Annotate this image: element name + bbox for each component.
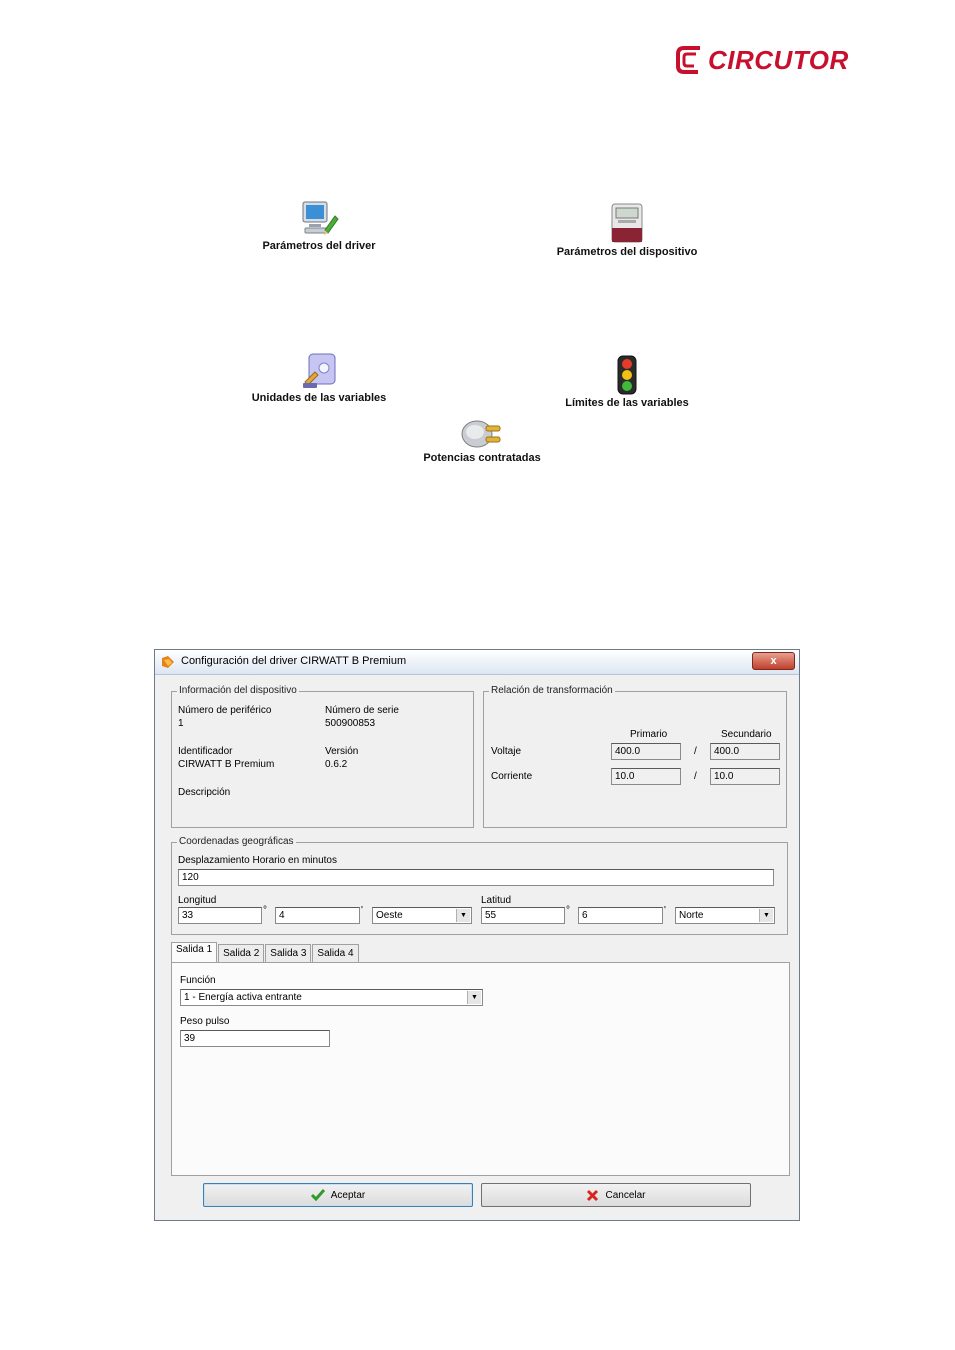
function-select[interactable]: 1 - Energía activa entrante ▼ xyxy=(180,989,483,1006)
voltage-secondary-field[interactable]: 400.0 xyxy=(710,743,780,760)
current-primary-field[interactable]: 10.0 xyxy=(611,768,681,785)
peripheral-value: 1 xyxy=(178,718,184,729)
identifier-value: CIRWATT B Premium xyxy=(178,759,275,770)
longitude-degrees-input[interactable]: 33 xyxy=(178,907,262,924)
launcher-units-label: Unidades de las variables xyxy=(251,392,387,404)
launcher-limits[interactable]: Límites de las variables xyxy=(527,355,727,409)
tab-salida-4[interactable]: Salida 4 xyxy=(312,944,359,962)
launcher-device-params[interactable]: Parámetros del dispositivo xyxy=(527,202,727,258)
function-value: 1 - Energía activa entrante xyxy=(184,992,302,1003)
tab-salida-2[interactable]: Salida 2 xyxy=(218,944,265,962)
accept-button-label: Aceptar xyxy=(330,1189,366,1201)
serial-value: 500900853 xyxy=(325,718,376,729)
plug-icon xyxy=(461,420,501,448)
description-label: Descripción xyxy=(178,787,231,798)
accept-button[interactable]: Aceptar xyxy=(203,1183,473,1207)
identifier-label: Identificador xyxy=(178,746,233,757)
chevron-down-icon: ▼ xyxy=(456,909,470,922)
units-document-icon xyxy=(303,353,336,388)
circutor-logo: CIRCUTOR xyxy=(674,44,849,76)
current-secondary-field[interactable]: 10.0 xyxy=(710,768,780,785)
latitude-direction-value: Norte xyxy=(679,910,704,921)
latitude-direction-select[interactable]: Norte ▼ xyxy=(675,907,775,924)
primary-header: Primario xyxy=(630,729,668,740)
serial-label: Número de serie xyxy=(325,705,399,716)
meter-device-icon xyxy=(611,203,643,243)
monitor-pencil-icon xyxy=(302,201,339,235)
logo-text: CIRCUTOR xyxy=(708,44,849,75)
version-label: Versión xyxy=(325,746,359,757)
latitude-degree-symbol: ° xyxy=(566,905,570,916)
checkmark-icon xyxy=(310,1189,325,1201)
latitude-minutes-input[interactable]: 6 xyxy=(578,907,663,924)
app-icon xyxy=(162,656,174,668)
latitude-minute-symbol: ' xyxy=(664,905,666,916)
longitude-direction-value: Oeste xyxy=(376,910,403,921)
launcher-power-label: Potencias contratadas xyxy=(423,452,541,464)
longitude-direction-select[interactable]: Oeste ▼ xyxy=(372,907,472,924)
launcher-limits-label: Límites de las variables xyxy=(565,397,689,409)
current-separator: / xyxy=(694,771,697,782)
pulse-label: Peso pulso xyxy=(180,1016,230,1027)
launcher-driver-params[interactable]: Parámetros del driver xyxy=(219,200,419,252)
voltage-primary-field[interactable]: 400.0 xyxy=(611,743,681,760)
launcher-driver-params-label: Parámetros del driver xyxy=(262,240,376,252)
cancel-button-label: Cancelar xyxy=(605,1189,646,1201)
device-info-title: Información del dispositivo xyxy=(177,685,299,696)
close-button[interactable]: x xyxy=(752,652,795,670)
dialog-title: Configuración del driver CIRWATT B Premi… xyxy=(181,655,407,667)
longitude-minute-symbol: ' xyxy=(361,905,363,916)
longitude-minutes-input[interactable]: 4 xyxy=(275,907,360,924)
version-value: 0.6.2 xyxy=(325,759,348,770)
offset-label: Desplazamiento Horario en minutos xyxy=(178,855,337,866)
geo-title: Coordenadas geográficas xyxy=(177,836,296,847)
offset-input[interactable]: 120 xyxy=(178,869,774,886)
circutor-logo-icon xyxy=(676,46,700,74)
launcher-device-params-label: Parámetros del dispositivo xyxy=(556,246,698,258)
traffic-light-icon xyxy=(617,355,637,395)
tab-salida-3[interactable]: Salida 3 xyxy=(265,944,312,962)
launcher-units[interactable]: Unidades de las variables xyxy=(219,352,419,404)
chevron-down-icon: ▼ xyxy=(759,909,773,922)
latitude-label: Latitud xyxy=(481,895,512,906)
launcher-power[interactable]: Potencias contratadas xyxy=(382,418,582,464)
voltage-separator: / xyxy=(694,746,697,757)
longitude-label: Longitud xyxy=(178,895,217,906)
dialog-titlebar[interactable]: Configuración del driver CIRWATT B Premi… xyxy=(155,650,799,675)
cross-icon xyxy=(587,1189,599,1201)
function-label: Función xyxy=(180,975,216,986)
secondary-header: Secundario xyxy=(721,729,772,740)
longitude-degree-symbol: ° xyxy=(263,905,267,916)
output-tabs: Salida 1 Salida 2 Salida 3 Salida 4 xyxy=(171,942,360,962)
transformation-title: Relación de transformación xyxy=(489,685,615,696)
peripheral-label: Número de periférico xyxy=(178,705,272,716)
tab-salida-1[interactable]: Salida 1 xyxy=(171,942,218,962)
current-label: Corriente xyxy=(491,771,533,782)
voltage-label: Voltaje xyxy=(491,746,522,757)
latitude-degrees-input[interactable]: 55 xyxy=(481,907,565,924)
cancel-button[interactable]: Cancelar xyxy=(481,1183,751,1207)
chevron-down-icon: ▼ xyxy=(467,991,481,1004)
pulse-weight-input[interactable]: 39 xyxy=(180,1030,330,1047)
